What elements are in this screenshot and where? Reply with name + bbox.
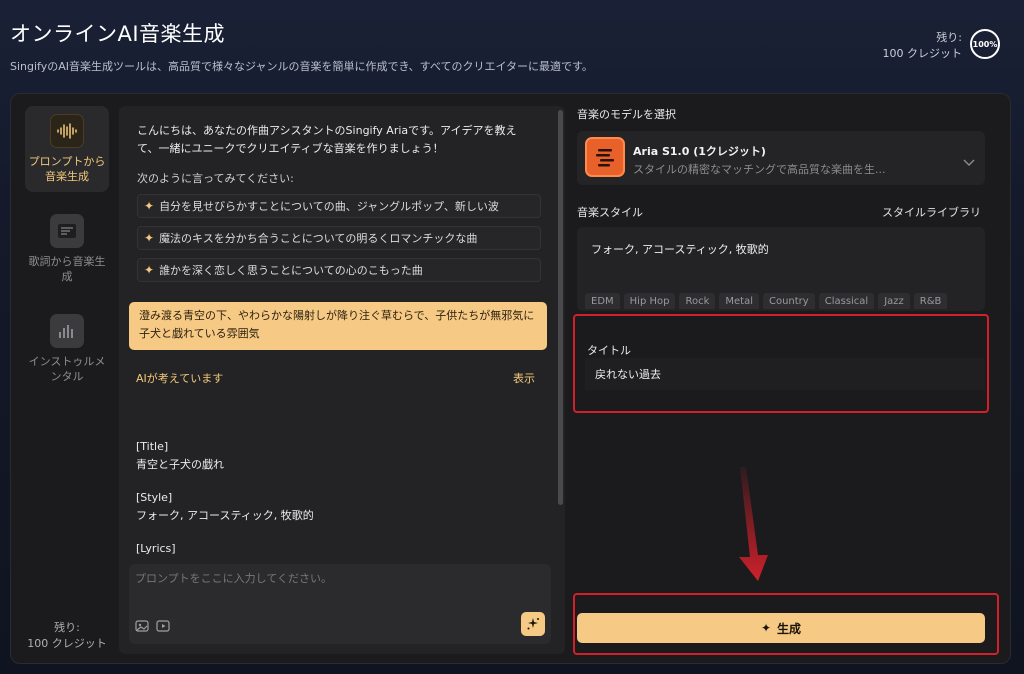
result-lyrics-tag: [Lyrics]	[136, 542, 176, 555]
nav-item-instrumental[interactable]: インストゥルメンタル	[25, 306, 109, 392]
style-value: フォーク, アコースティック, 牧歌的	[591, 243, 769, 256]
nav-credits-label: 残り:	[54, 621, 80, 634]
show-thinking-link[interactable]: 表示	[513, 370, 535, 386]
equalizer-icon	[50, 314, 84, 348]
style-tag[interactable]: Country	[762, 293, 815, 309]
waveform-icon	[50, 114, 84, 148]
suggestion-text: 誰かを深く恋しく思うことについての心のこもった曲	[159, 264, 423, 277]
nav-credits: 残り: 100 クレジット	[25, 620, 109, 652]
magic-wand-icon	[527, 618, 539, 630]
style-tag[interactable]: Hip Hop	[623, 293, 676, 309]
style-tag[interactable]: Classical	[818, 293, 875, 309]
nav-label-instrumental: インストゥルメンタル	[28, 355, 106, 383]
assistant-intro: こんにちは、あなたの作曲アシスタントのSingify Ariaです。アイデアを教…	[137, 124, 517, 155]
suggestion-text: 魔法のキスを分かち合うことについての明るくロマンチックな曲	[159, 232, 478, 245]
chat-history[interactable]: こんにちは、あなたの作曲アシスタントのSingify Ariaです。アイデアを教…	[119, 106, 559, 556]
generate-button[interactable]: ✦ 生成	[577, 613, 985, 643]
lyrics-icon	[50, 214, 84, 248]
style-tag[interactable]: R&B	[913, 293, 948, 309]
model-select-dropdown[interactable]: Aria S1.0 (1クレジット) スタイルの精密なマッチングで高品質な楽曲を…	[577, 131, 985, 185]
style-input-box[interactable]: フォーク, アコースティック, 牧歌的 EDM Hip Hop Rock Metal C…	[577, 227, 985, 311]
prompt-input[interactable]	[135, 568, 515, 588]
style-tag[interactable]: Metal	[719, 293, 759, 309]
title-input[interactable]	[585, 358, 985, 390]
model-name: Aria S1.0 (1クレジット)	[633, 145, 766, 158]
annotation-arrow	[739, 467, 768, 581]
credits-label: 残り:	[936, 31, 962, 44]
sparkle-icon: ✦	[144, 263, 155, 277]
style-tag[interactable]: Jazz	[878, 293, 910, 309]
chat-scrollbar[interactable]	[558, 110, 563, 505]
thinking-status: AIが考えています	[136, 372, 224, 385]
style-tag[interactable]: EDM	[585, 293, 620, 309]
suggestion-heading: 次のように言ってみてください:	[137, 172, 294, 185]
generate-label: 生成	[777, 621, 802, 636]
page-subtitle: SingifyのAI音楽生成ツールは、高品質で様々なジャンルの音楽を簡単に作成で…	[10, 60, 593, 73]
model-description: スタイルの精密なマッチングで高品質な楽曲を生...	[633, 163, 886, 176]
sparkle-icon: ✦	[760, 621, 772, 635]
suggestion-item[interactable]: ✦ 魔法のキスを分かち合うことについての明るくロマンチックな曲	[137, 226, 541, 250]
page-title: オンラインAI音楽生成	[10, 22, 226, 46]
credits-percent-ring: 100%	[970, 29, 1000, 59]
credits-summary: 残り: 100 クレジット	[883, 30, 963, 62]
nav-credits-value: 100 クレジット	[27, 637, 107, 650]
settings-panel: 音楽のモデルを選択 Aria S1.0 (1クレジット) スタイルの精密なマッチ…	[573, 106, 999, 655]
page-header: オンラインAI音楽生成 SingifyのAI音楽生成ツールは、高品質で様々なジャ…	[10, 18, 593, 74]
nav-label-prompt: プロンプトから音楽生成	[28, 155, 106, 183]
generator-panel: プロンプトから音楽生成 歌詞から音楽生成 インストゥルメンタル 残り: 100 …	[10, 93, 1011, 664]
model-section-label: 音楽のモデルを選択	[577, 108, 676, 121]
mode-nav: プロンプトから音楽生成 歌詞から音楽生成 インストゥルメンタル	[25, 106, 109, 406]
style-library-link[interactable]: スタイルライブラリ	[882, 204, 981, 220]
nav-item-prompt-to-music[interactable]: プロンプトから音楽生成	[25, 106, 109, 192]
aria-model-icon	[585, 137, 625, 177]
suggestion-text: 自分を見せびらかすことについての曲、ジャングルポップ、新しい波	[159, 200, 499, 213]
result-style-tag: [Style]	[136, 491, 173, 504]
sparkle-icon: ✦	[144, 231, 155, 245]
style-section-label: 音楽スタイル	[577, 206, 643, 219]
result-title-tag: [Title]	[136, 440, 169, 453]
chat-panel: こんにちは、あなたの作曲アシスタントのSingify Ariaです。アイデアを教…	[119, 106, 565, 654]
video-upload-icon[interactable]	[156, 618, 170, 632]
user-prompt-bubble: 澄み渡る青空の下、やわらかな陽射しが降り注ぐ草むらで、子供たちが無邪気に子犬と戯…	[129, 302, 547, 350]
magic-enhance-button[interactable]	[521, 612, 545, 636]
chevron-down-icon	[963, 152, 975, 171]
title-label: タイトル	[587, 344, 631, 357]
nav-label-lyrics: 歌詞から音楽生成	[28, 255, 106, 283]
result-title: 青空と子犬の戯れ	[136, 458, 224, 471]
prompt-input-box	[129, 564, 551, 644]
suggestion-item[interactable]: ✦ 誰かを深く恋しく思うことについての心のこもった曲	[137, 258, 541, 282]
suggestion-item[interactable]: ✦ 自分を見せびらかすことについての曲、ジャングルポップ、新しい波	[137, 194, 541, 218]
result-style: フォーク, アコースティック, 牧歌的	[136, 509, 314, 522]
credits-value: 100 クレジット	[882, 47, 963, 60]
image-upload-icon[interactable]	[135, 618, 149, 632]
nav-item-lyrics-to-music[interactable]: 歌詞から音楽生成	[25, 206, 109, 292]
style-tag-list: EDM Hip Hop Rock Metal Country Classical Jazz R…	[585, 289, 983, 309]
sparkle-icon: ✦	[144, 199, 155, 213]
style-tag[interactable]: Rock	[679, 293, 716, 309]
